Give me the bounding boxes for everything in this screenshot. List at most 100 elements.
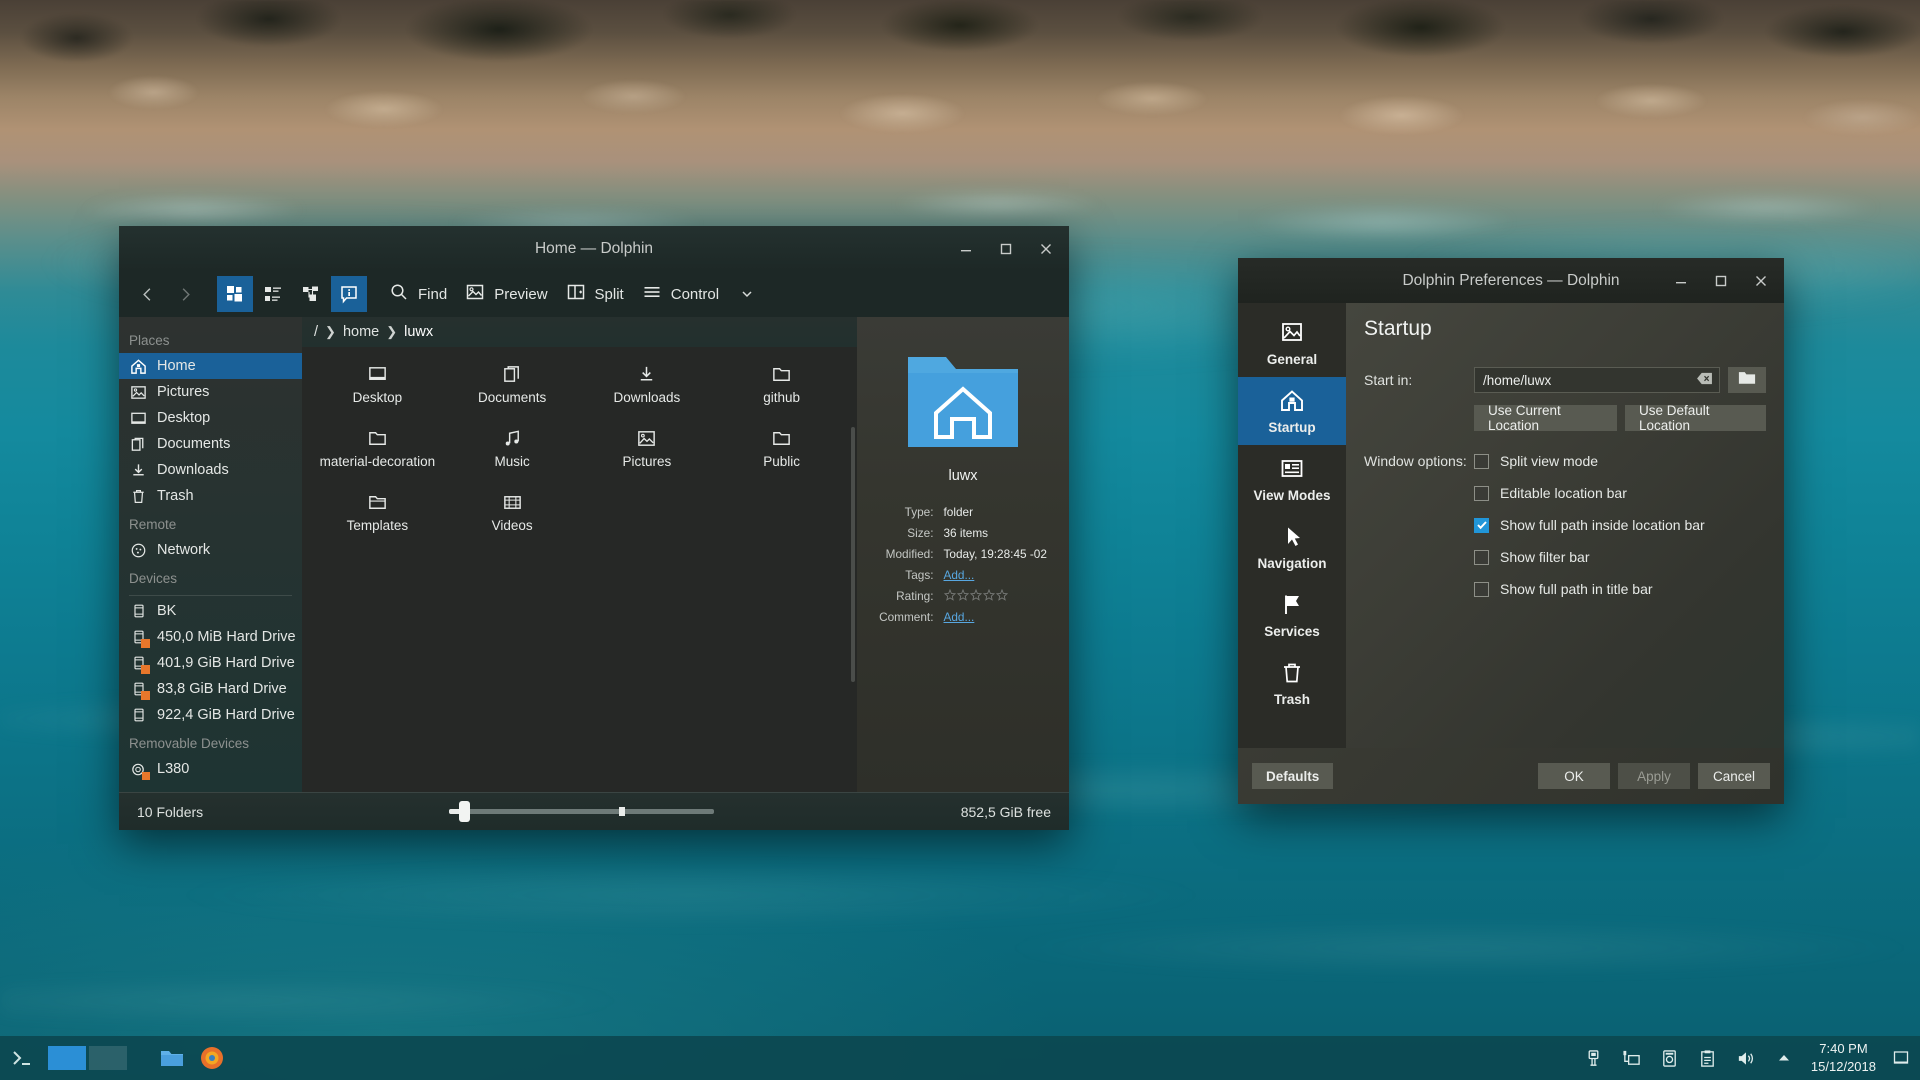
volume-icon[interactable] (1735, 1047, 1757, 1069)
option-show-full-path-inside-location-bar[interactable]: Show full path inside location bar (1474, 517, 1766, 533)
file-item[interactable]: Templates (312, 491, 443, 545)
virtual-desktop-pager[interactable] (48, 1046, 127, 1070)
sidebar-item-device-922gib[interactable]: 922,4 GiB Hard Drive (119, 702, 302, 728)
network-wired-icon[interactable] (1621, 1047, 1643, 1069)
file-grid-scrollbar[interactable] (851, 427, 855, 682)
checkbox[interactable] (1474, 453, 1489, 469)
use-current-location-button[interactable]: Use Current Location (1474, 403, 1618, 433)
application-launcher-icon[interactable] (6, 1042, 38, 1074)
show-desktop-icon[interactable] (1892, 1047, 1910, 1069)
nav-item-startup[interactable]: Startup (1238, 377, 1346, 445)
maximize-icon[interactable] (1710, 270, 1732, 292)
file-item[interactable]: Downloads (582, 363, 713, 417)
chevron-down-icon[interactable] (729, 276, 765, 312)
desktop-2[interactable] (89, 1046, 127, 1070)
option-show-full-path-in-title-bar[interactable]: Show full path in title bar (1474, 581, 1766, 597)
information-panel-icon[interactable] (331, 276, 367, 312)
file-item[interactable]: material-decoration (312, 427, 443, 481)
file-item[interactable]: Documents (447, 363, 578, 417)
devices-section-title: Devices (129, 571, 178, 586)
dolphin-file-manager-icon[interactable] (157, 1043, 187, 1073)
dolphin-window[interactable]: Home — Dolphin Find Preview Split Contro… (119, 226, 1069, 830)
checkbox[interactable] (1474, 517, 1489, 533)
file-item[interactable]: Music (447, 427, 578, 481)
rating-stars[interactable] (943, 588, 1047, 601)
breadcrumb-home[interactable]: home (343, 324, 379, 340)
nav-item-general[interactable]: General (1238, 309, 1346, 377)
preferences-titlebar[interactable]: Dolphin Preferences — Dolphin (1238, 258, 1784, 303)
preferences-nav[interactable]: General Startup View Modes Navigation Se… (1238, 303, 1346, 748)
taskbar[interactable]: 7:40 PM 15/12/2018 (0, 1036, 1920, 1080)
sidebar-item-documents[interactable]: Documents (119, 431, 302, 457)
sidebar-item-device-bk[interactable]: BK (119, 598, 302, 624)
forward-icon[interactable] (167, 276, 203, 312)
folder-icon (771, 363, 793, 385)
option-show-filter-bar[interactable]: Show filter bar (1474, 549, 1766, 565)
minimize-icon[interactable] (1670, 270, 1692, 292)
browse-folder-button[interactable] (1728, 367, 1766, 393)
back-icon[interactable] (129, 276, 165, 312)
sidebar-item-network[interactable]: Network (119, 537, 302, 563)
sidebar-item-downloads[interactable]: Downloads (119, 457, 302, 483)
comment-add-link[interactable]: Add... (944, 610, 975, 624)
dolphin-titlebar[interactable]: Home — Dolphin (119, 226, 1069, 271)
defaults-button[interactable]: Defaults (1252, 763, 1334, 789)
file-item[interactable]: Pictures (582, 427, 713, 481)
show-hidden-icons-arrow-icon[interactable] (1773, 1047, 1795, 1069)
desktop-1[interactable] (48, 1046, 86, 1070)
breadcrumb[interactable]: / ❯ home ❯ luwx (302, 317, 857, 347)
zoom-slider-handle[interactable] (459, 801, 471, 822)
places-panel[interactable]: Places Home Pictures Desktop Documents D… (119, 317, 302, 792)
star-icon (995, 588, 1008, 601)
option-editable-location-bar[interactable]: Editable location bar (1474, 485, 1766, 501)
cancel-button[interactable]: Cancel (1698, 763, 1770, 789)
sidebar-item-pictures[interactable]: Pictures (119, 379, 302, 405)
breadcrumb-root[interactable]: / (314, 324, 318, 340)
device-notifier-icon[interactable] (1659, 1047, 1681, 1069)
clipboard-icon[interactable] (1697, 1047, 1719, 1069)
breadcrumb-current[interactable]: luwx (404, 324, 433, 340)
clock[interactable]: 7:40 PM 15/12/2018 (1811, 1040, 1876, 1075)
preferences-window[interactable]: Dolphin Preferences — Dolphin General St… (1238, 258, 1784, 804)
usb-device-icon[interactable] (1583, 1047, 1605, 1069)
preview-button[interactable]: Preview (457, 276, 555, 312)
checkbox[interactable] (1474, 549, 1489, 565)
close-icon[interactable] (1035, 238, 1057, 260)
option-split-view-mode[interactable]: Split view mode (1474, 453, 1766, 469)
nav-item-services[interactable]: Services (1238, 581, 1346, 649)
view-compact-icon[interactable] (255, 276, 291, 312)
checkbox[interactable] (1474, 485, 1489, 501)
start-in-input[interactable]: /home/luwx (1474, 367, 1720, 393)
sidebar-item-device-450mib[interactable]: 450,0 MiB Hard Drive (119, 624, 302, 650)
sidebar-item-device-l380[interactable]: L380 (119, 756, 302, 782)
file-grid[interactable]: Desktop Documents Downloads github mater… (302, 347, 857, 792)
view-details-icon[interactable] (293, 276, 329, 312)
file-item[interactable]: Videos (447, 491, 578, 545)
use-default-location-button[interactable]: Use Default Location (1625, 403, 1766, 433)
nav-item-trash[interactable]: Trash (1238, 649, 1346, 717)
tags-add-link[interactable]: Add... (944, 568, 975, 582)
maximize-icon[interactable] (995, 238, 1017, 260)
ok-button[interactable]: OK (1538, 763, 1610, 789)
sidebar-item-device-401gib[interactable]: 401,9 GiB Hard Drive (119, 650, 302, 676)
file-item[interactable]: github (716, 363, 847, 417)
dolphin-toolbar[interactable]: Find Preview Split Control (119, 271, 1069, 317)
checkbox[interactable] (1474, 581, 1489, 597)
sidebar-item-device-83gib[interactable]: 83,8 GiB Hard Drive (119, 676, 302, 702)
find-button[interactable]: Find (381, 276, 455, 312)
firefox-icon[interactable] (197, 1043, 227, 1073)
sidebar-item-home[interactable]: Home (119, 353, 302, 379)
minimize-icon[interactable] (955, 238, 977, 260)
zoom-slider[interactable] (449, 801, 715, 822)
nav-item-view-modes[interactable]: View Modes (1238, 445, 1346, 513)
file-item[interactable]: Desktop (312, 363, 443, 417)
file-item[interactable]: Public (716, 427, 847, 481)
sidebar-item-desktop[interactable]: Desktop (119, 405, 302, 431)
clear-text-icon[interactable] (1696, 372, 1713, 388)
nav-item-navigation[interactable]: Navigation (1238, 513, 1346, 581)
view-icons-icon[interactable] (217, 276, 253, 312)
split-button[interactable]: Split (558, 276, 632, 312)
sidebar-item-trash[interactable]: Trash (119, 483, 302, 509)
close-icon[interactable] (1750, 270, 1772, 292)
control-button[interactable]: Control (634, 276, 727, 312)
